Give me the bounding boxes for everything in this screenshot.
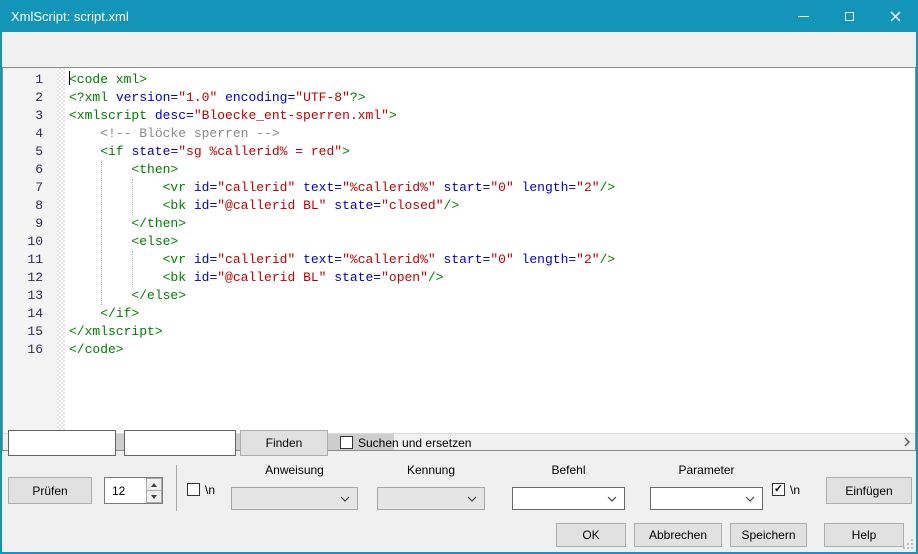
spinner-value[interactable]: 12 bbox=[112, 484, 125, 498]
code-line[interactable]: </then> bbox=[69, 215, 915, 233]
combo-kennung[interactable] bbox=[377, 487, 485, 510]
separator bbox=[176, 465, 177, 511]
newline-left-label: \n bbox=[205, 483, 215, 497]
combo-label-kennung: Kennung bbox=[377, 463, 485, 478]
line-number: 12 bbox=[3, 269, 43, 287]
code-line[interactable]: <bk id="@callerid BL" state="closed"/> bbox=[69, 197, 915, 215]
line-number: 6 bbox=[3, 161, 43, 179]
cancel-button[interactable]: Abbrechen bbox=[634, 523, 722, 547]
newline-right-checkbox[interactable]: ✓ bbox=[772, 483, 785, 496]
checkmark-icon: ✓ bbox=[774, 484, 783, 495]
search-replace-checkbox[interactable] bbox=[340, 436, 353, 449]
chevron-down-icon bbox=[467, 496, 477, 502]
close-button[interactable] bbox=[872, 0, 918, 32]
line-number: 1 bbox=[3, 71, 43, 89]
code-line[interactable]: </code> bbox=[69, 341, 915, 359]
search-input-2[interactable] bbox=[124, 430, 236, 456]
find-button[interactable]: Finden bbox=[240, 430, 328, 456]
chevron-down-icon bbox=[745, 496, 755, 502]
code-line[interactable]: <vr id="callerid" text="%callerid%" star… bbox=[69, 251, 915, 269]
newline-left-checkbox[interactable] bbox=[187, 483, 200, 496]
line-spinner[interactable]: 12 bbox=[104, 477, 163, 504]
chevron-down-icon bbox=[607, 496, 617, 502]
resize-grip[interactable] bbox=[903, 539, 913, 549]
xml-editor[interactable]: 12345678910111213141516 <code xml><?xml … bbox=[2, 67, 916, 451]
indent-guide bbox=[101, 161, 102, 305]
spinner-up-button[interactable] bbox=[146, 478, 162, 491]
line-number: 14 bbox=[3, 305, 43, 323]
code-line[interactable]: <then> bbox=[69, 161, 915, 179]
close-icon bbox=[890, 11, 901, 22]
line-number: 16 bbox=[3, 341, 43, 359]
code-line[interactable]: <?xml version="1.0" encoding="UTF-8"?> bbox=[69, 89, 915, 107]
search-input-1[interactable] bbox=[8, 430, 116, 456]
arrow-down-icon bbox=[151, 495, 157, 499]
arrow-up-icon bbox=[151, 483, 157, 487]
code-line[interactable]: </xmlscript> bbox=[69, 323, 915, 341]
xmlscript-dialog: XmlScript: script.xml 123456789101112131… bbox=[0, 0, 918, 554]
line-number: 3 bbox=[3, 107, 43, 125]
line-number: 7 bbox=[3, 179, 43, 197]
minimize-icon bbox=[798, 16, 809, 17]
window-title: XmlScript: script.xml bbox=[0, 9, 129, 24]
combo-label-anweisung: Anweisung bbox=[231, 463, 358, 478]
indent-guide bbox=[132, 179, 133, 215]
window-controls bbox=[780, 0, 918, 32]
indent-guide bbox=[132, 251, 133, 287]
help-button[interactable]: Help bbox=[824, 523, 904, 547]
code-line[interactable]: <bk id="@callerid BL" state="open"/> bbox=[69, 269, 915, 287]
dialog-body: 12345678910111213141516 <code xml><?xml … bbox=[2, 32, 916, 552]
minimize-button[interactable] bbox=[780, 0, 826, 32]
line-number: 2 bbox=[3, 89, 43, 107]
insert-button[interactable]: Einfügen bbox=[826, 477, 912, 504]
line-number: 8 bbox=[3, 197, 43, 215]
chevron-down-icon bbox=[340, 496, 350, 502]
code-line[interactable]: <vr id="callerid" text="%callerid%" star… bbox=[69, 179, 915, 197]
search-replace-label: Suchen und ersetzen bbox=[358, 436, 471, 450]
line-number-gutter: 12345678910111213141516 bbox=[3, 68, 57, 433]
titlebar: XmlScript: script.xml bbox=[0, 0, 918, 32]
combo-befehl[interactable] bbox=[512, 487, 625, 510]
code-line[interactable]: <!-- Blöcke sperren --> bbox=[69, 125, 915, 143]
newline-right-label: \n bbox=[790, 483, 800, 497]
maximize-icon bbox=[845, 12, 854, 21]
code-line[interactable]: <code xml> bbox=[69, 71, 915, 89]
code-line[interactable]: <else> bbox=[69, 233, 915, 251]
combo-label-parameter: Parameter bbox=[650, 463, 763, 478]
combo-parameter[interactable] bbox=[650, 487, 763, 510]
ok-button[interactable]: OK bbox=[556, 523, 626, 547]
chevron-right-icon bbox=[904, 437, 910, 447]
line-number: 10 bbox=[3, 233, 43, 251]
line-number: 4 bbox=[3, 125, 43, 143]
check-button[interactable]: Prüfen bbox=[8, 477, 92, 504]
line-number: 11 bbox=[3, 251, 43, 269]
combo-anweisung[interactable] bbox=[231, 487, 358, 510]
scroll-right-button[interactable] bbox=[898, 434, 915, 450]
code-line[interactable]: </else> bbox=[69, 287, 915, 305]
line-number: 13 bbox=[3, 287, 43, 305]
save-button[interactable]: Speichern bbox=[730, 523, 807, 547]
line-number: 9 bbox=[3, 215, 43, 233]
code-line[interactable]: <xmlscript desc="Bloecke_ent-sperren.xml… bbox=[69, 107, 915, 125]
maximize-button[interactable] bbox=[826, 0, 872, 32]
spinner-down-button[interactable] bbox=[146, 491, 162, 503]
line-number: 15 bbox=[3, 323, 43, 341]
code-line[interactable]: <if state="sg %callerid% = red"> bbox=[69, 143, 915, 161]
combo-label-befehl: Befehl bbox=[512, 463, 625, 478]
line-number: 5 bbox=[3, 143, 43, 161]
code-line[interactable]: </if> bbox=[69, 305, 915, 323]
gutter-fold-margin bbox=[57, 68, 65, 433]
code-area[interactable]: <code xml><?xml version="1.0" encoding="… bbox=[65, 68, 915, 433]
